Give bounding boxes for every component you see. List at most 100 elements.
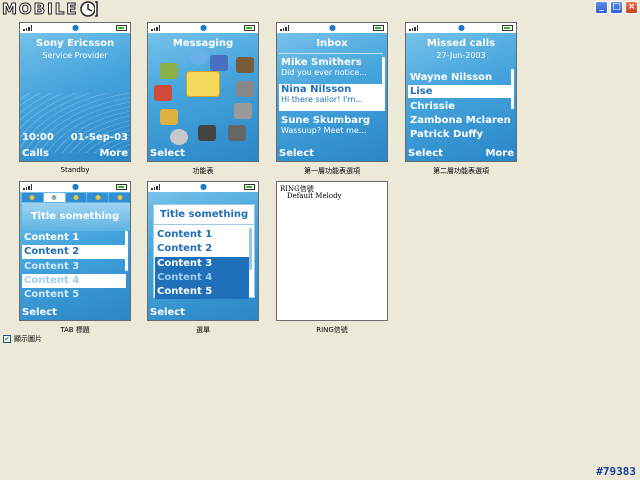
standby-screen[interactable]: ● Sony Ericsson Service Provider 10:00 0… [19, 22, 131, 162]
list-item[interactable]: Chrissie [408, 100, 512, 113]
softkey-right[interactable]: More [99, 148, 128, 159]
battery-icon [373, 25, 384, 31]
screen-caption: 選單 [196, 326, 210, 334]
logo-mark-icon [79, 0, 99, 18]
list-item[interactable]: Mike Smithers Did you ever notice... [279, 57, 385, 77]
tab-5[interactable] [109, 193, 130, 202]
tab-3[interactable] [65, 193, 87, 202]
message-preview: Hi there sailor! I'm... [281, 95, 363, 104]
status-bar: ● [406, 23, 516, 33]
message-preview: Did you ever notice... [281, 68, 367, 77]
status-bar: ● [20, 23, 130, 33]
close-button[interactable]: × [625, 1, 638, 14]
list-item-selected[interactable]: Nina Nilsson Hi there sailor! I'm... [279, 84, 385, 111]
tab-screen[interactable]: ● Title something Content 1 Content 2 Co… [19, 181, 131, 321]
radio-icon[interactable] [236, 81, 254, 97]
list-item[interactable]: Zambona Mclaren [408, 114, 512, 127]
ringtone-item[interactable]: Default Melody [287, 192, 342, 200]
status-bar: ● [148, 23, 258, 33]
tab-title: Title something [30, 211, 120, 222]
signal-icon [23, 184, 33, 190]
scrollbar[interactable] [511, 69, 514, 109]
softkey-left[interactable]: Select [22, 307, 57, 318]
folder-icon[interactable] [160, 109, 178, 125]
camera-icon[interactable] [236, 57, 254, 73]
signal-icon [409, 25, 419, 31]
ring-screen[interactable]: RING信號 Default Melody [276, 181, 388, 321]
menu-item[interactable]: Content 5 [155, 285, 249, 299]
status-bar: ● [20, 182, 130, 192]
games-icon[interactable] [154, 85, 172, 101]
battery-icon [116, 25, 127, 31]
battery-icon [502, 25, 513, 31]
operator-icon: ● [72, 182, 79, 191]
operator-icon: ● [200, 182, 207, 191]
list-item[interactable]: Content 5 [22, 288, 126, 302]
maximize-button[interactable]: □ [610, 1, 623, 14]
battery-icon [244, 184, 255, 190]
show-images-label: 顯示圖片 [14, 335, 42, 343]
list-item[interactable]: Sune Skumbarg Wassuup? Meet me... [279, 115, 385, 135]
screen-title: Inbox [316, 38, 348, 49]
menu-item[interactable]: Content 2 [155, 242, 249, 256]
tab-1[interactable] [22, 193, 43, 202]
contacts-icon[interactable] [160, 63, 178, 79]
tab-2[interactable] [43, 193, 65, 202]
tab-icon [95, 195, 101, 200]
list-item[interactable]: Patrick Duffy [408, 128, 512, 141]
brand-title: Sony Ericsson [35, 38, 115, 49]
show-images-option[interactable]: ✔ 顯示圖片 [3, 334, 42, 344]
scrollbar[interactable] [249, 228, 252, 270]
logo-text: MOBILE [2, 0, 79, 19]
signal-icon [23, 25, 33, 31]
sender-name: Sune Skumbarg [281, 115, 371, 126]
ring-cell: RING信號 Default Melody RING信號 [276, 181, 388, 335]
tab-icon [73, 195, 79, 200]
phone-icon[interactable] [210, 55, 228, 71]
list-item-selected[interactable]: Lise [408, 85, 512, 98]
scrollbar[interactable] [382, 57, 385, 97]
softkey-left[interactable]: Select [408, 148, 443, 159]
softkey-left[interactable]: Calls [22, 148, 49, 159]
inbox-screen[interactable]: ● Inbox Mike Smithers Did you ever notic… [276, 22, 388, 162]
settings-icon[interactable] [234, 103, 252, 119]
screen-date: 27-Jun-2003 [436, 51, 486, 60]
list-item[interactable]: Content 4 [22, 274, 126, 288]
screen-caption: 第二層功能表選項 [433, 167, 489, 175]
menu-item[interactable]: Content 1 [155, 228, 249, 242]
menu-screen[interactable]: ● Title something Content 1 Content 2 Co… [147, 181, 259, 321]
provider-name: Service Provider [42, 51, 108, 60]
organizer-icon[interactable] [198, 125, 216, 141]
list-item-selected[interactable]: Content 2 [22, 245, 126, 259]
status-bar: ● [148, 182, 258, 192]
tab-4[interactable] [87, 193, 109, 202]
list-item[interactable]: Wayne Nilsson [408, 71, 512, 84]
scrollbar[interactable] [125, 231, 128, 271]
tab-strip [22, 193, 130, 202]
list-item[interactable]: Content 1 [22, 231, 126, 245]
menu-item-selected[interactable]: Content 3 [155, 257, 249, 271]
softkey-left[interactable]: Select [150, 307, 185, 318]
sender-name: Nina Nilsson [281, 84, 352, 95]
screen-caption: RING信號 [316, 326, 348, 334]
sender-name: Mike Smithers [281, 57, 362, 68]
minimize-button[interactable]: _ [595, 1, 608, 14]
tools-icon[interactable] [228, 125, 246, 141]
list-item[interactable]: Content 3 [22, 260, 126, 274]
messaging-screen[interactable]: ● Messaging Select [147, 22, 259, 162]
operator-icon: ● [200, 23, 207, 32]
softkey-left[interactable]: Select [150, 148, 185, 159]
softkey-left[interactable]: Select [279, 148, 314, 159]
menu-item[interactable]: Content 4 [155, 271, 249, 285]
envelope-icon[interactable] [186, 71, 220, 97]
missed-calls-screen[interactable]: ● Missed calls 27-Jun-2003 Wayne Nilsson… [405, 22, 517, 162]
popup-title: Title something [154, 205, 254, 225]
wave-decoration [20, 93, 130, 153]
softkey-right[interactable]: More [485, 148, 514, 159]
operator-icon: ● [72, 23, 79, 32]
clock-date: 01-Sep-03 [70, 132, 128, 143]
globe-icon[interactable] [190, 49, 208, 65]
tab-icon [29, 195, 35, 200]
clock-icon[interactable] [170, 129, 188, 145]
show-images-checkbox[interactable]: ✔ [3, 335, 11, 343]
